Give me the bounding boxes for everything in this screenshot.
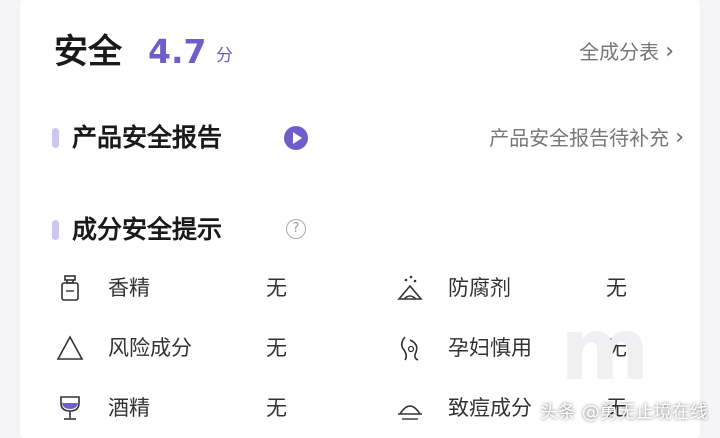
report-section-title: 产品安全报告 (72, 123, 223, 152)
pregnancy-icon (400, 336, 419, 361)
safety-header: 安全 4.7 分 全成分表 › (54, 28, 674, 76)
hint-label: 防腐剂 (448, 276, 511, 300)
watermark-logo-icon: m (560, 300, 650, 400)
question-circle-icon[interactable]: ? (286, 219, 306, 239)
preservative-icon (397, 275, 423, 300)
chevron-right-icon: › (665, 39, 674, 64)
hints-section-header: 成分安全提示 ? (52, 208, 692, 252)
report-pending-link[interactable]: 产品安全报告待补充 › (489, 116, 684, 160)
hint-value: 无 (266, 336, 287, 360)
hint-label: 孕妇慎用 (448, 336, 532, 360)
hint-value: 无 (266, 396, 287, 420)
hint-label: 风险成分 (108, 336, 192, 360)
watermark-text: 头条 @勇无止境在线 (540, 402, 708, 423)
hint-label: 香精 (108, 276, 150, 300)
page-title: 安全 (54, 32, 122, 72)
hint-label: 酒精 (108, 396, 150, 420)
perfume-bottle-icon (61, 275, 79, 301)
chevron-right-icon: › (675, 125, 684, 150)
safety-score: 4.7 (148, 32, 207, 71)
hint-label: 致痘成分 (448, 396, 532, 420)
score-unit: 分 (216, 46, 233, 66)
wine-glass-icon (60, 396, 80, 420)
hint-value: 无 (266, 276, 287, 300)
warning-triangle-icon (56, 335, 84, 360)
hints-section-title: 成分安全提示 (72, 215, 223, 244)
report-pending-label: 产品安全报告待补充 (489, 126, 670, 150)
full-ingredient-list-link[interactable]: 全成分表 › (579, 28, 674, 76)
section-bar-icon (52, 220, 59, 240)
section-bar-icon (52, 128, 59, 148)
play-circle-icon[interactable] (284, 126, 308, 150)
acne-icon (398, 405, 422, 420)
report-section-header: 产品安全报告 产品安全报告待补充 › (52, 116, 692, 160)
full-list-label: 全成分表 (579, 40, 660, 64)
